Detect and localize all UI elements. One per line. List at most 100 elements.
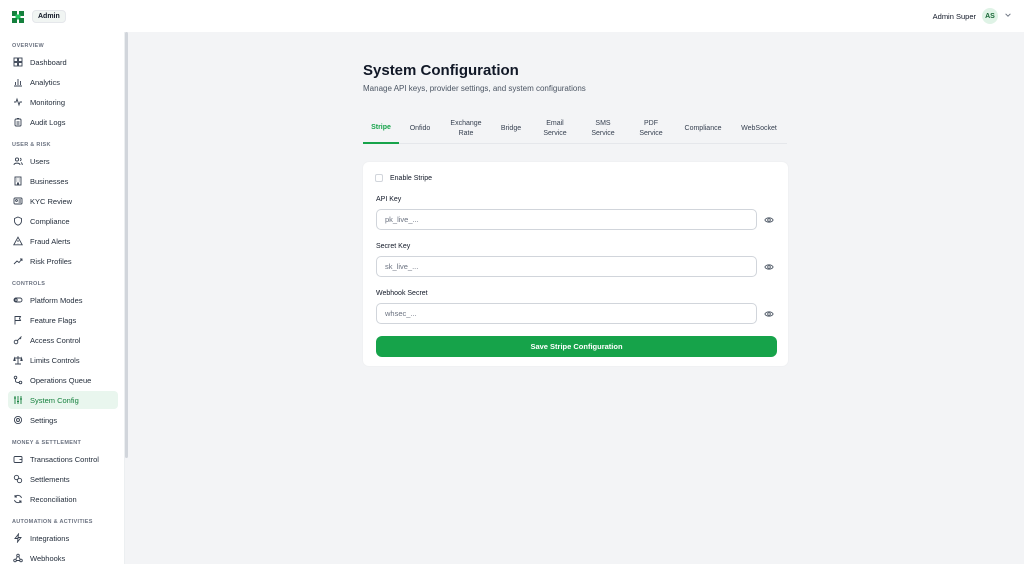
tab-exchange-rate[interactable]: Exchange Rate [441,114,491,144]
config-tabs: Stripe Onfido Exchange Rate Bridge Email… [363,114,787,144]
webhook-secret-input[interactable]: whsec_... [376,303,757,324]
sidebar-item-label: Limits Controls [30,355,80,365]
sidebar-section-title: CONTROLS [12,281,46,287]
clipboard-icon [13,117,23,127]
building-icon [13,176,23,186]
sidebar-item-label: Users [30,156,50,166]
avatar[interactable]: AS [982,8,998,24]
api-key-label: API Key [376,196,402,203]
sidebar-item-label: Transactions Control [30,454,99,464]
flag-icon [13,315,23,325]
sidebar-item-compliance[interactable]: Compliance [8,212,118,230]
eye-icon[interactable] [764,309,774,319]
tab-onfido[interactable]: Onfido [399,114,441,144]
sidebar-item-analytics[interactable]: Analytics [8,73,118,91]
sidebar-item-label: Settings [30,415,58,425]
sidebar-item-label: System Config [30,395,79,405]
trending-up-icon [13,256,23,266]
sidebar-item-feature-flags[interactable]: Feature Flags [8,311,118,329]
sidebar-section-title: OVERVIEW [12,43,44,49]
sidebar-section-title: MONEY & SETTLEMENT [12,440,82,446]
tab-email-service[interactable]: Email Service [531,114,579,144]
webhook-icon [13,553,23,563]
bar-chart-icon [13,77,23,87]
sidebar-item-label: KYC Review [30,196,73,206]
sidebar-item-label: Risk Profiles [30,256,72,266]
page-title: System Configuration [363,62,519,79]
sidebar-item-operations-queue[interactable]: Operations Queue [8,371,118,389]
sidebar-item-businesses[interactable]: Businesses [8,172,118,190]
alert-triangle-icon [13,236,23,246]
sidebar-item-monitoring[interactable]: Monitoring [8,93,118,111]
tab-compliance[interactable]: Compliance [675,114,731,144]
webhook-secret-label: Webhook Secret [376,290,428,297]
shield-icon [13,216,23,226]
sidebar-item-label: Platform Modes [30,295,83,305]
sidebar-item-label: Dashboard [30,57,67,67]
gear-icon [13,415,23,425]
stripe-config-card: Enable Stripe API Key pk_live_... Secret… [363,162,788,366]
sidebar-item-audit-logs[interactable]: Audit Logs [8,113,118,131]
enable-stripe-label: Enable Stripe [390,174,433,182]
sidebar-item-settlements[interactable]: Settlements [8,470,118,488]
sidebar-item-transactions-control[interactable]: Transactions Control [8,450,118,468]
user-menu[interactable]: Admin Super AS [933,8,1012,24]
secret-key-input[interactable]: sk_live_... [376,256,757,277]
sidebar-item-label: Businesses [30,176,69,186]
sidebar-item-dashboard[interactable]: Dashboard [8,53,118,71]
tab-label: Exchange Rate [450,119,482,137]
save-stripe-config-button[interactable]: Save Stripe Configuration [376,336,777,357]
id-card-icon [13,196,23,206]
sidebar-item-label: Integrations [30,533,70,543]
api-key-input[interactable]: pk_live_... [376,209,757,230]
refresh-icon [13,494,23,504]
sidebar-item-label: Monitoring [30,97,66,107]
workflow-icon [13,375,23,385]
tab-sms-service[interactable]: SMS Service [579,114,627,144]
tab-bridge[interactable]: Bridge [491,114,531,144]
tab-label: PDF Service [639,119,663,137]
secret-key-label: Secret Key [376,243,411,250]
wallet-icon [13,454,23,464]
sidebar-item-system-config[interactable]: System Config [8,391,118,409]
eye-icon[interactable] [764,262,774,272]
logo-icon[interactable] [12,10,24,23]
sidebar-item-label: Reconciliation [30,494,77,504]
sidebar-item-integrations[interactable]: Integrations [8,529,118,547]
scale-icon [13,355,23,365]
sliders-icon [13,395,23,405]
coins-icon [13,474,23,484]
admin-badge: Admin [32,9,66,23]
page-subtitle: Manage API keys, provider settings, and … [363,84,586,93]
sidebar-item-label: Audit Logs [30,117,66,127]
eye-icon[interactable] [764,215,774,225]
zap-icon [13,533,23,543]
sidebar-item-kyc-review[interactable]: KYC Review [8,192,118,210]
user-name: Admin Super [932,11,976,21]
sidebar-item-users[interactable]: Users [8,152,118,170]
sidebar-item-settings[interactable]: Settings [8,411,118,429]
sidebar-section-title: USER & RISK [12,142,51,148]
tab-stripe[interactable]: Stripe [363,114,399,144]
tab-label: Bridge [500,124,522,132]
sidebar: OVERVIEW Dashboard Analytics Monitoring … [0,32,125,564]
sidebar-item-label: Settlements [30,474,70,484]
sidebar-item-limits-controls[interactable]: Limits Controls [8,351,118,369]
sidebar-item-label: Operations Queue [30,375,92,385]
toggle-icon [13,295,23,305]
tab-websocket[interactable]: WebSocket [731,114,787,144]
sidebar-item-access-control[interactable]: Access Control [8,331,118,349]
chevron-down-icon[interactable] [1004,11,1012,21]
enable-stripe-checkbox[interactable] [375,174,383,182]
dashboard-icon [13,57,23,67]
sidebar-item-label: Feature Flags [30,315,77,325]
enable-stripe-row[interactable]: Enable Stripe [375,174,432,182]
sidebar-item-fraud-alerts[interactable]: Fraud Alerts [8,232,118,250]
sidebar-item-risk-profiles[interactable]: Risk Profiles [8,252,118,270]
tab-pdf-service[interactable]: PDF Service [627,114,675,144]
tab-label: WebSocket [741,124,777,132]
sidebar-item-platform-modes[interactable]: Platform Modes [8,291,118,309]
sidebar-item-reconciliation[interactable]: Reconciliation [8,490,118,508]
tab-label: Onfido [409,124,431,132]
sidebar-item-webhooks[interactable]: Webhooks [8,549,118,564]
